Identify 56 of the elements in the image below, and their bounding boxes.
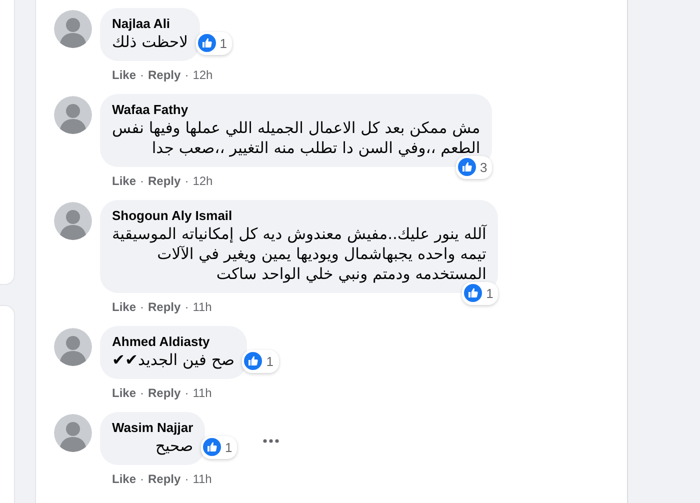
avatar-icon[interactable] <box>54 202 92 240</box>
timestamp[interactable]: 12h <box>192 66 213 84</box>
timestamp[interactable]: 11h <box>192 384 212 402</box>
action-link[interactable]: Reply <box>148 470 181 488</box>
comment-text: آلله ينور عليك..مفيش معندوش ديه كل إمكانياته الموسيقية تيمه واحده يجبهاشمال ويوديها يمين ويغير في الآلات المستخدمه ودمتم ونبي خلي الواحد ساكت <box>112 224 486 284</box>
separator: · <box>140 471 144 488</box>
separator: · <box>184 471 189 488</box>
reaction-count: 1 <box>224 438 232 456</box>
comment-text: لاحظت ذلك <box>112 32 188 52</box>
avatar-icon[interactable] <box>54 10 92 48</box>
avatar-icon[interactable] <box>54 414 92 452</box>
like-icon <box>202 438 221 456</box>
action-link[interactable]: Like <box>112 384 136 402</box>
author-name[interactable]: Najlaa Ali <box>112 15 188 32</box>
reaction-count: 1 <box>266 352 274 370</box>
separator: · <box>184 173 189 190</box>
author-name[interactable]: Shogoun Aly Ismail <box>112 207 486 224</box>
avatar-icon[interactable] <box>54 328 92 366</box>
separator: · <box>140 67 144 84</box>
action-link[interactable]: Reply <box>148 298 181 316</box>
separator: · <box>184 67 189 84</box>
author-name[interactable]: Ahmed Aldiasty <box>112 333 235 350</box>
action-link[interactable]: Like <box>112 470 136 488</box>
timestamp[interactable]: 12h <box>192 172 213 190</box>
like-icon <box>464 284 482 302</box>
separator: · <box>184 299 189 316</box>
avatar-icon[interactable] <box>54 96 92 134</box>
comment-text: مش ممكن بعد كل الاعمال الجميله اللي عملها وفيها نفس الطعم ،،وفي السن دا تطلب منه التغيير ،،صعب جدا <box>112 118 480 158</box>
action-link[interactable]: Like <box>112 172 136 190</box>
separator: · <box>140 173 144 190</box>
reaction-count: 1 <box>486 284 494 302</box>
reaction-badge[interactable]: 1 <box>196 32 232 55</box>
comment-text: صح فين الجديد✔✔ <box>112 350 235 370</box>
comment-text: صحيح <box>154 436 194 456</box>
action-link[interactable]: Reply <box>148 384 181 402</box>
reaction-count: 3 <box>480 158 488 176</box>
author-name[interactable]: Wasim Najjar <box>112 419 194 436</box>
action-link[interactable]: Reply <box>148 66 181 84</box>
reaction-badge[interactable]: 1 <box>462 282 498 305</box>
action-link[interactable]: Reply <box>148 172 181 190</box>
more-icon[interactable] <box>262 438 280 444</box>
reaction-badge[interactable]: 1 <box>200 436 238 459</box>
action-link[interactable]: Like <box>112 66 136 84</box>
reaction-badge[interactable]: 1 <box>242 350 279 373</box>
like-icon <box>458 158 476 176</box>
action-link[interactable]: Like <box>112 298 136 316</box>
like-icon <box>198 34 216 52</box>
timestamp[interactable]: 11h <box>192 298 212 316</box>
separator: · <box>184 385 189 402</box>
timestamp[interactable]: 11h <box>192 470 212 488</box>
reaction-count: 1 <box>220 34 227 52</box>
separator: · <box>140 385 144 402</box>
separator: · <box>140 299 144 316</box>
author-name[interactable]: Wafaa Fathy <box>112 101 480 118</box>
like-icon <box>244 352 262 370</box>
reaction-badge[interactable]: 3 <box>456 156 492 179</box>
